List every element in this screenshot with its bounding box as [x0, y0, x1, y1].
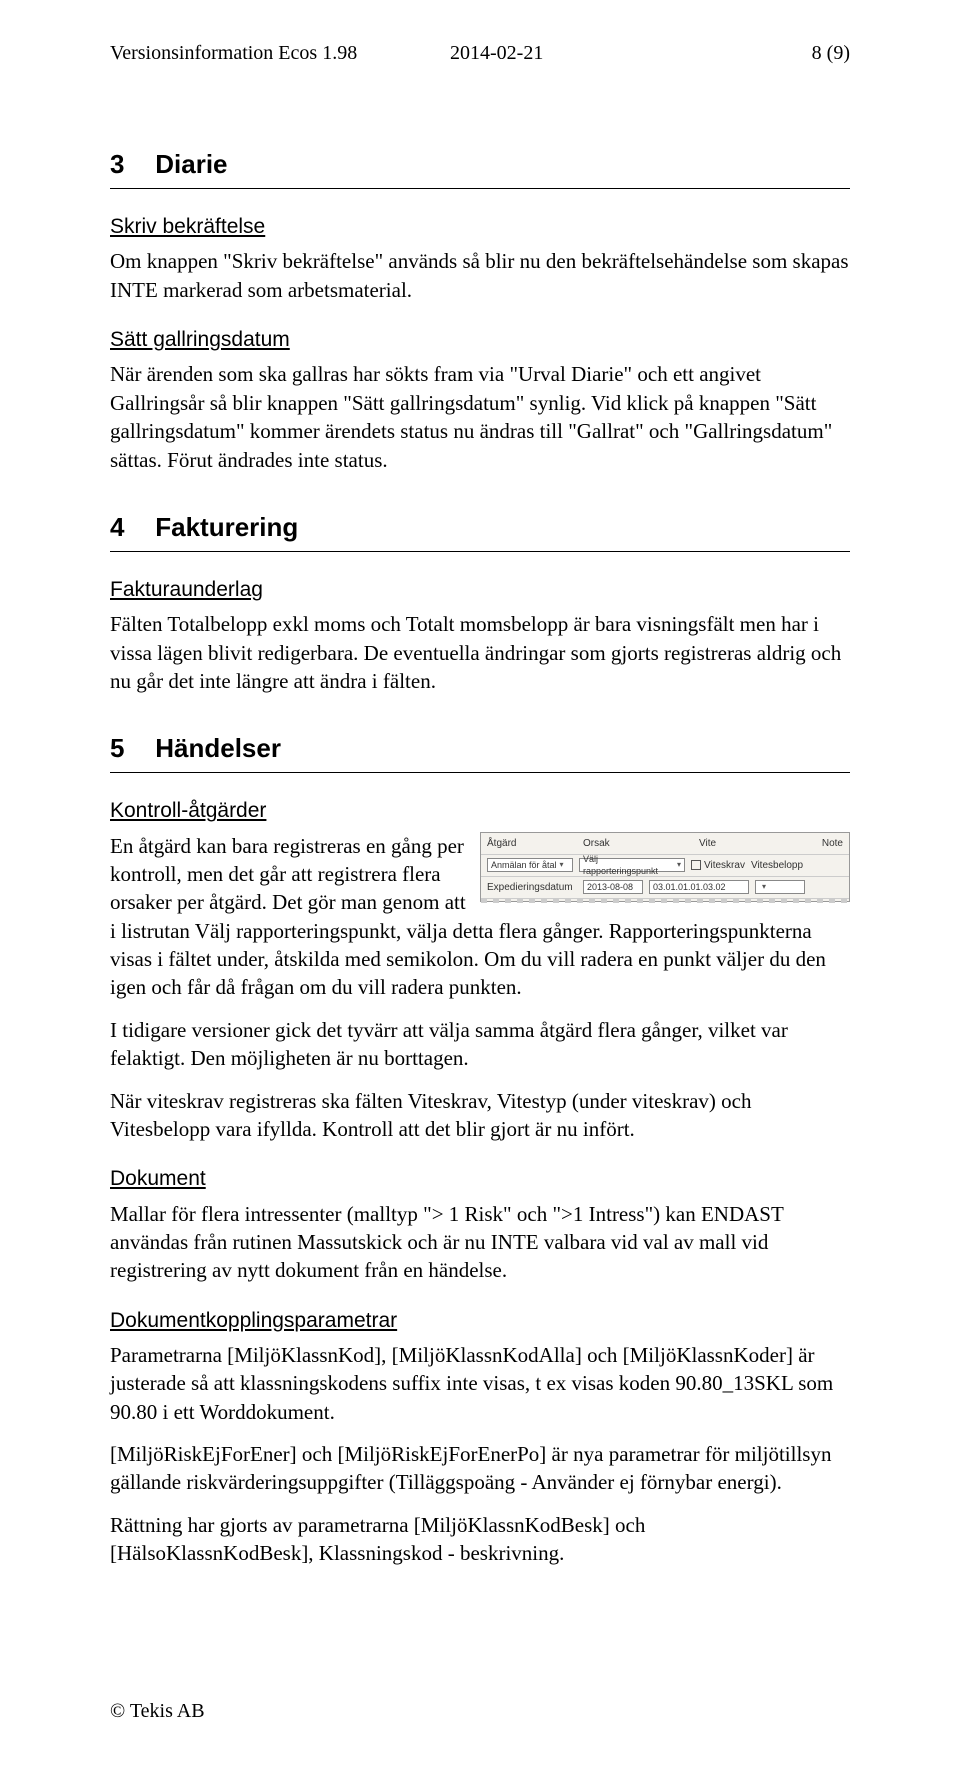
subhead-satt-gallringsdatum: Sätt gallringsdatum	[110, 326, 850, 354]
para-fakturaunderlag: Fälten Totalbelopp exkl moms och Totalt …	[110, 610, 850, 695]
col-atgard: Åtgärd	[487, 837, 577, 851]
col-note: Note	[775, 837, 843, 851]
subhead-fakturaunderlag: Fakturaunderlag	[110, 576, 850, 604]
para-dokparam-2: [MiljöRiskEjForEner] och [MiljöRiskEjFor…	[110, 1440, 850, 1497]
section-3-heading: 3 Diarie	[110, 147, 850, 189]
subhead-dokument: Dokument	[110, 1165, 850, 1193]
label-vitesbelopp: Vitesbelopp	[751, 859, 843, 873]
section-5-title: Händelser	[155, 733, 281, 763]
para-satt-gallringsdatum: När ärenden som ska gallras har sökts fr…	[110, 360, 850, 473]
dropdown-valj-rapporteringspunkt[interactable]: Välj rapporteringspunkt	[579, 858, 685, 872]
col-vite: Vite	[699, 837, 769, 851]
para-dokument: Mallar för flera intressenter (malltyp "…	[110, 1200, 850, 1285]
para-dokparam-1: Parametrarna [MiljöKlassnKod], [MiljöKla…	[110, 1341, 850, 1426]
screenshot-data-row-2: Expedieringsdatum 2013-08-08 03.01.01.01…	[481, 877, 849, 899]
label-viteskrav: Viteskrav	[704, 860, 745, 871]
screenshot-data-row-1: Anmälan för åtal Välj rapporteringspunkt…	[481, 855, 849, 877]
para-dokparam-3: Rättning har gjorts av parametrarna [Mil…	[110, 1511, 850, 1568]
section-5-number: 5	[110, 731, 148, 766]
screenshot-torn-edge	[481, 899, 849, 903]
para-kontroll-3: När viteskrav registreras ska fälten Vit…	[110, 1087, 850, 1144]
subhead-kontroll-atgarder: Kontroll-åtgärder	[110, 797, 850, 825]
col-orsak: Orsak	[583, 837, 693, 851]
section-5-heading: 5 Händelser	[110, 731, 850, 773]
checkbox-viteskrav-wrap: Viteskrav	[691, 859, 745, 873]
checkbox-viteskrav[interactable]	[691, 860, 701, 870]
section-4-heading: 4 Fakturering	[110, 510, 850, 552]
para-kontroll-2: I tidigare versioner gick det tyvärr att…	[110, 1016, 850, 1073]
header-doc-title: Versionsinformation Ecos 1.98	[110, 40, 390, 67]
input-date[interactable]: 2013-08-08	[583, 880, 643, 894]
subhead-skriv-bekraftelse: Skriv bekräftelse	[110, 213, 850, 241]
section-3-title: Diarie	[155, 149, 227, 179]
header-date: 2014-02-21	[390, 40, 730, 67]
embedded-screenshot: Åtgärd Orsak Vite Note Anmälan för åtal …	[480, 832, 850, 902]
section-4-title: Fakturering	[155, 512, 298, 542]
header-page-number: 8 (9)	[730, 40, 850, 67]
page-footer: © Tekis AB	[110, 1698, 205, 1725]
section-4-number: 4	[110, 510, 148, 545]
input-code[interactable]: 03.01.01.01.03.02	[649, 880, 749, 894]
label-expedieringsdatum: Expedieringsdatum	[487, 881, 577, 895]
dropdown-extra[interactable]	[755, 880, 805, 894]
page-header: Versionsinformation Ecos 1.98 2014-02-21…	[110, 40, 850, 67]
section-3-number: 3	[110, 147, 148, 182]
para-skriv-bekraftelse: Om knappen "Skriv bekräftelse" används s…	[110, 247, 850, 304]
dropdown-anmalan[interactable]: Anmälan för åtal	[487, 858, 573, 872]
screenshot-header-row: Åtgärd Orsak Vite Note	[481, 833, 849, 855]
subhead-dokumentkopplingsparametrar: Dokumentkopplingsparametrar	[110, 1307, 850, 1335]
